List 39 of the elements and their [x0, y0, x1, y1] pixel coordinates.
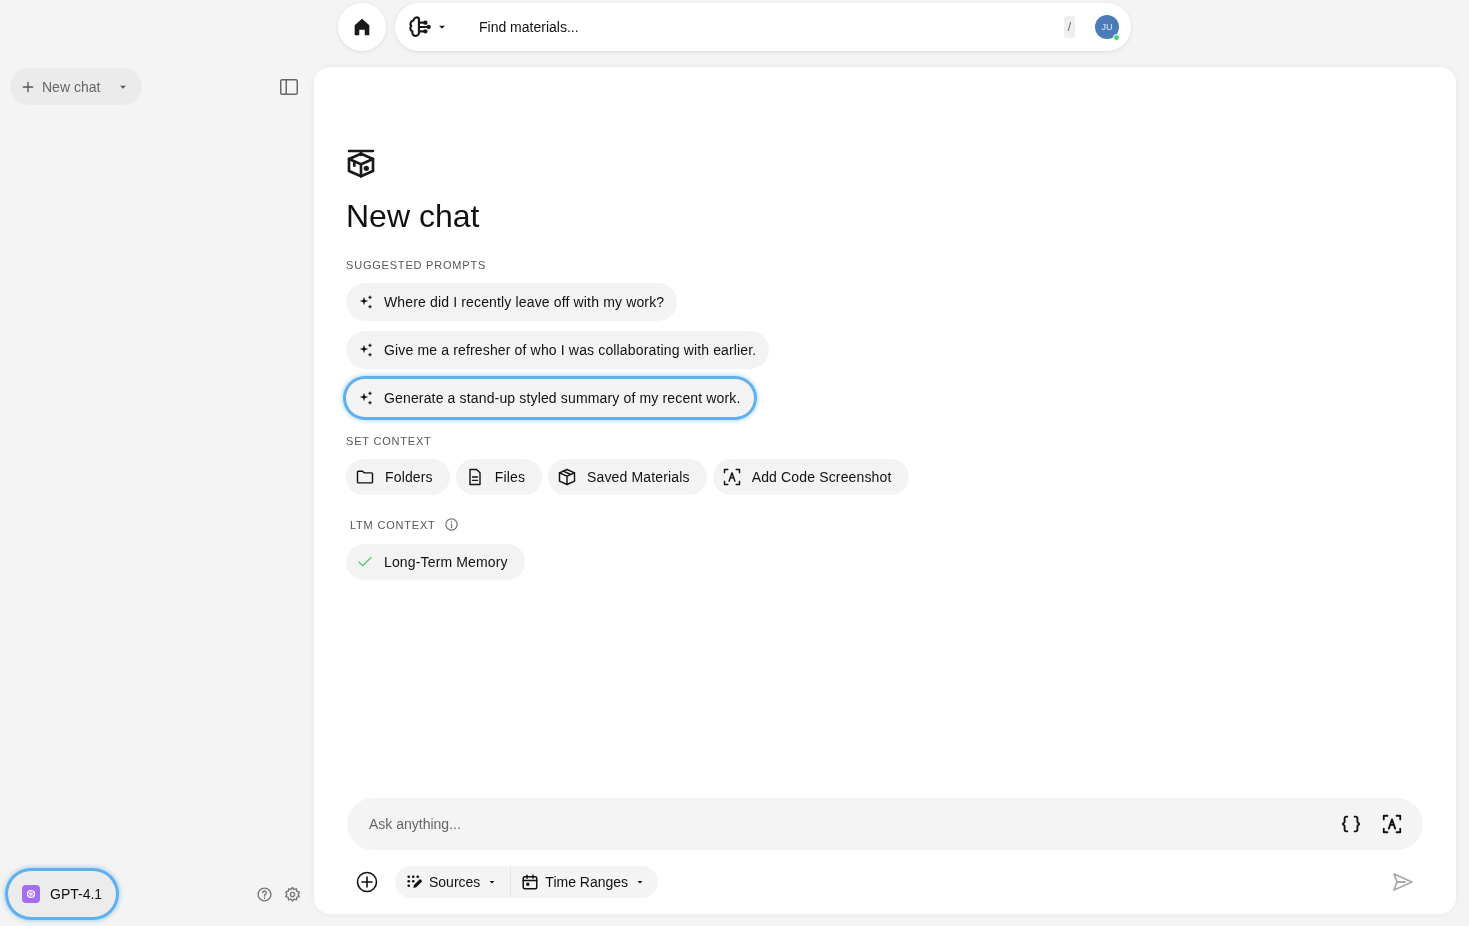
- shortcut-key: /: [1063, 16, 1075, 38]
- filter-dropdown[interactable]: Time Ranges: [510, 866, 659, 898]
- model-selector[interactable]: GPT-4.1: [8, 871, 117, 917]
- message-field[interactable]: Ask anything...: [367, 804, 1321, 844]
- context-button[interactable]: Files: [455, 459, 543, 496]
- filter-dropdown[interactable]: Sources: [395, 866, 511, 898]
- brain-icon: [407, 14, 433, 40]
- calendar-icon: [521, 873, 540, 891]
- context-button[interactable]: Saved Materials: [548, 459, 707, 496]
- section-heading: SUGGESTED PROMPTS: [346, 259, 487, 272]
- package-logo-icon: [345, 147, 377, 179]
- text-scan-icon[interactable]: [1381, 813, 1403, 835]
- context-button[interactable]: Folders: [346, 459, 450, 496]
- suggested-prompt[interactable]: Generate a stand-up styled summary of my recent work.: [346, 379, 754, 418]
- model-logo-icon: [22, 885, 40, 903]
- sources-icon: [405, 873, 423, 891]
- add-icon[interactable]: [355, 870, 379, 894]
- user-avatar[interactable]: JU: [1095, 15, 1119, 39]
- suggested-prompt[interactable]: Where did I recently leave off with my work?: [346, 283, 678, 322]
- sparkle-icon: [358, 342, 374, 359]
- text-scan-icon: [721, 467, 742, 488]
- search-field[interactable]: Find materials...: [477, 9, 1064, 45]
- home-button[interactable]: [338, 3, 386, 51]
- code-braces-icon[interactable]: [1340, 813, 1362, 835]
- settings-icon[interactable]: [284, 885, 301, 903]
- memory-toggle[interactable]: Long-Term Memory: [346, 544, 525, 581]
- message-bar[interactable]: Ask anything...: [347, 798, 1423, 850]
- page-title: New chat: [346, 197, 480, 236]
- section-heading: SET CONTEXT: [346, 435, 432, 448]
- new-chat-button[interactable]: New chat: [10, 68, 143, 105]
- suggested-prompt[interactable]: Give me a refresher of who I was collaborating with earlier.: [346, 331, 770, 370]
- package-icon: [557, 467, 578, 488]
- sparkle-icon: [358, 390, 374, 407]
- help-icon[interactable]: [256, 885, 273, 903]
- info-icon[interactable]: [443, 517, 459, 533]
- section-heading: LTM CONTEXT: [350, 518, 436, 531]
- sparkle-icon: [358, 294, 374, 311]
- context-button[interactable]: Add Code Screenshot: [712, 459, 909, 496]
- search-bar[interactable]: Find materials... / JU: [395, 3, 1131, 51]
